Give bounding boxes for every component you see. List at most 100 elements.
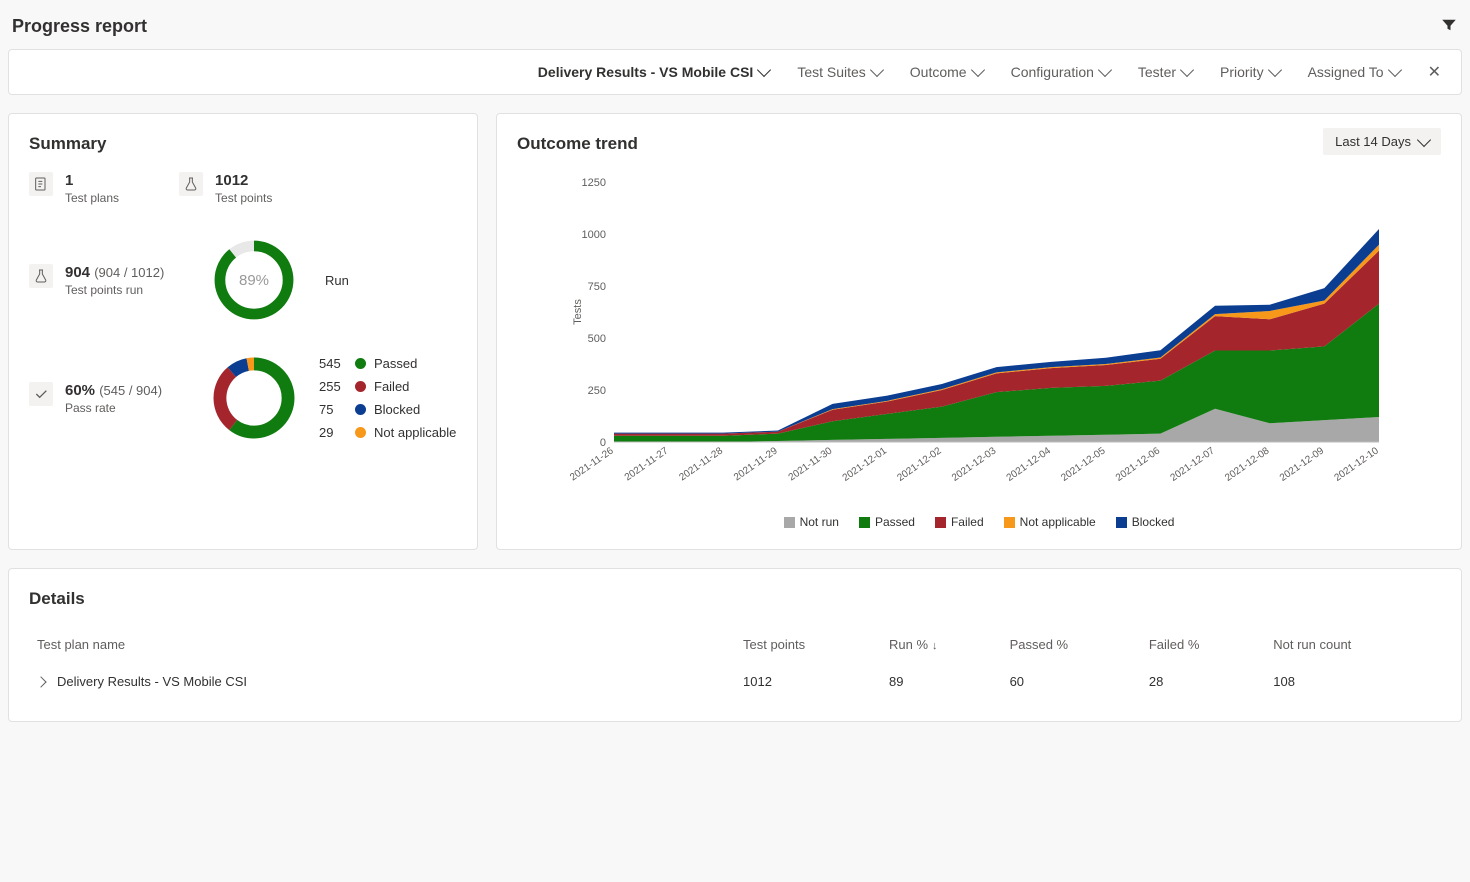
svg-text:2021-12-07: 2021-12-07 [1169,445,1218,484]
legend-blocked: Blocked [1116,515,1175,529]
svg-text:2021-11-30: 2021-11-30 [787,445,835,483]
svg-text:2021-12-03: 2021-12-03 [950,445,999,484]
chevron-down-icon [1268,63,1282,77]
table-row[interactable]: Delivery Results - VS Mobile CSI10128960… [29,662,1441,701]
filter-label: Assigned To [1308,64,1384,80]
col-notrun[interactable]: Not run count [1265,627,1441,662]
legend-notrun: Not run [784,515,839,529]
details-table: Test plan name Test points Run %↓ Passed… [29,627,1441,701]
svg-text:500: 500 [588,333,606,345]
svg-text:2021-11-27: 2021-11-27 [623,445,671,483]
filter-icon[interactable] [1440,16,1458,37]
filter-label: Test Suites [797,64,865,80]
filter-test-suites[interactable]: Test Suites [797,64,881,80]
svg-text:750: 750 [588,281,606,293]
legend-passed: Passed [859,515,915,529]
details-title: Details [29,589,1441,609]
metric-test-points: 1012 Test points [179,172,272,205]
filter-test-plan-label: Delivery Results - VS Mobile CSI [538,64,754,80]
filter-assigned-to[interactable]: Assigned To [1308,64,1400,80]
filter-bar: Delivery Results - VS Mobile CSI Test Su… [8,49,1462,95]
trend-chart: 025050075010001250Tests2021-11-262021-11… [517,172,1441,505]
time-range-dropdown[interactable]: Last 14 Days [1323,128,1441,155]
svg-text:1250: 1250 [582,177,606,189]
legend-failed: Failed [935,515,984,529]
chevron-down-icon [971,63,985,77]
chevron-down-icon [1180,63,1194,77]
test-plan-icon [29,172,53,196]
svg-text:2021-12-04: 2021-12-04 [1005,445,1054,484]
filter-outcome[interactable]: Outcome [910,64,983,80]
svg-text:2021-12-06: 2021-12-06 [1114,445,1163,484]
metric-value: 1 [65,172,119,189]
legend-failed: 255 Failed [319,379,456,394]
chevron-down-icon [1388,63,1402,77]
filter-priority[interactable]: Priority [1220,64,1280,80]
legend-blocked: 75 Blocked [319,402,456,417]
filter-label: Configuration [1011,64,1094,80]
col-run[interactable]: Run %↓ [881,627,1002,662]
metric-label: Test points [215,191,272,205]
swatch-icon [355,404,366,415]
col-failed[interactable]: Failed % [1141,627,1265,662]
svg-text:Tests: Tests [572,299,584,325]
svg-text:2021-12-05: 2021-12-05 [1059,445,1108,484]
legend-notapplicable: 29 Not applicable [319,425,456,440]
col-points[interactable]: Test points [735,627,881,662]
filter-configuration[interactable]: Configuration [1011,64,1110,80]
col-name[interactable]: Test plan name [29,627,735,662]
metric-value: 1012 [215,172,272,189]
legend-passed: 545 Passed [319,356,456,371]
summary-title: Summary [29,134,457,154]
run-word: Run [325,273,349,288]
svg-text:2021-12-10: 2021-12-10 [1333,445,1382,484]
metric-label: Test plans [65,191,119,205]
col-passed[interactable]: Passed % [1002,627,1141,662]
page-title: Progress report [12,16,147,37]
pass-donut [209,353,299,443]
svg-text:2021-12-02: 2021-12-02 [895,445,944,484]
filter-tester[interactable]: Tester [1138,64,1192,80]
summary-card: Summary 1 Test plans 1012 Test points [8,113,478,550]
run-donut: 89% [209,235,299,325]
check-icon [29,382,53,406]
swatch-icon [355,381,366,392]
chevron-down-icon [1098,63,1112,77]
expand-icon[interactable] [35,676,46,687]
svg-text:2021-11-26: 2021-11-26 [568,445,616,483]
svg-text:0: 0 [600,437,606,449]
svg-text:2021-12-08: 2021-12-08 [1223,445,1272,484]
metric-run: 904 (904 / 1012) Test points run [29,264,189,297]
metric-pass: 60% (545 / 904) Pass rate [29,382,189,415]
pass-legend: 545 Passed 255 Failed 75 Blocked 29 [319,356,456,440]
svg-text:1000: 1000 [582,229,606,241]
chevron-down-icon [757,63,771,77]
metric-test-plans: 1 Test plans [29,172,119,205]
svg-text:2021-12-09: 2021-12-09 [1278,445,1327,484]
svg-text:250: 250 [588,385,606,397]
trend-title: Outcome trend [517,134,1441,154]
legend-notapp: Not applicable [1004,515,1096,529]
beaker-icon [29,264,53,288]
metric-value: 904 (904 / 1012) [65,264,164,281]
svg-text:2021-12-01: 2021-12-01 [841,445,890,484]
details-card: Details Test plan name Test points Run %… [8,568,1462,722]
swatch-icon [355,358,366,369]
close-filters-button[interactable]: ✕ [1428,62,1441,82]
metric-label: Pass rate [65,401,162,415]
filter-label: Tester [1138,64,1176,80]
sort-desc-icon: ↓ [932,640,938,652]
metric-label: Test points run [65,283,164,297]
svg-text:2021-11-28: 2021-11-28 [677,445,725,483]
time-range-label: Last 14 Days [1335,134,1411,149]
metric-value: 60% (545 / 904) [65,382,162,399]
filter-test-plan[interactable]: Delivery Results - VS Mobile CSI [538,64,770,80]
trend-legend: Not run Passed Failed Not applicable Blo… [517,515,1441,529]
beaker-icon [179,172,203,196]
trend-card: Outcome trend Last 14 Days 0 250 500 750 100… [496,113,1462,550]
chevron-down-icon [870,63,884,77]
filter-label: Outcome [910,64,967,80]
swatch-icon [355,427,366,438]
run-donut-pct: 89% [209,235,299,325]
filter-label: Priority [1220,64,1264,80]
